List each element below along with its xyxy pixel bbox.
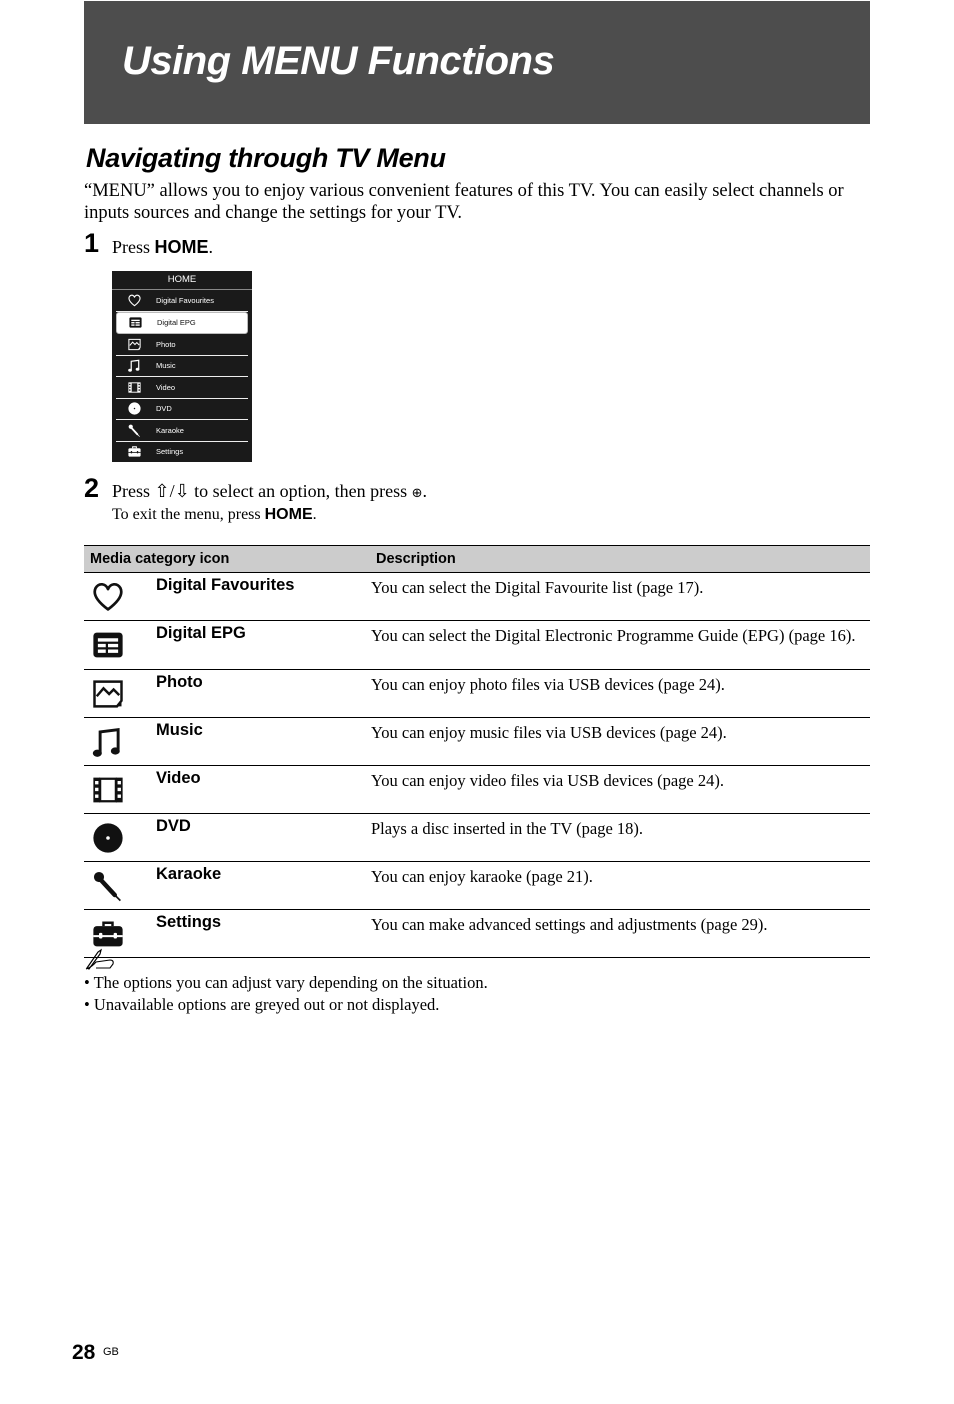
disc-icon bbox=[90, 823, 126, 860]
step-2-suffix: . bbox=[422, 481, 428, 501]
media-name: Digital Favourites bbox=[156, 572, 370, 621]
media-name: Photo bbox=[156, 669, 370, 718]
tv-menu-item-digital-epg[interactable]: Digital EPG bbox=[116, 311, 248, 334]
media-name: DVD bbox=[156, 813, 370, 862]
media-description: You can make advanced settings and adjus… bbox=[370, 909, 870, 958]
header-description: Description bbox=[370, 545, 870, 573]
table-header-row: Media category icon Description bbox=[84, 545, 870, 573]
table-row: Video You can enjoy video files via USB d… bbox=[84, 765, 870, 814]
heart-icon bbox=[116, 293, 152, 308]
tv-menu-item-music[interactable]: Music bbox=[116, 356, 248, 377]
tv-menu-item-label: Music bbox=[156, 361, 176, 371]
step-1-suffix: . bbox=[208, 237, 214, 257]
media-name: Music bbox=[156, 717, 370, 766]
tv-menu-item-label: Settings bbox=[156, 447, 184, 457]
table-row: Karaoke You can enjoy karaoke (page 21). bbox=[84, 861, 870, 910]
film-icon bbox=[116, 380, 152, 395]
tv-menu-item-label: Video bbox=[156, 382, 176, 392]
media-icon-cell bbox=[84, 717, 156, 766]
tv-menu-item-label: Karaoke bbox=[156, 425, 184, 435]
note-item: • Unavailable options are greyed out or … bbox=[84, 995, 440, 1014]
step-2-subtext: To exit the menu, press HOME. bbox=[112, 506, 317, 524]
epg-grid-icon bbox=[90, 632, 126, 667]
media-description: Plays a disc inserted in the TV (page 18… bbox=[370, 813, 870, 862]
epg-grid-icon bbox=[117, 315, 153, 330]
step-2-sub-prefix: To exit the menu, press bbox=[112, 506, 265, 523]
tv-menu-item-label: Photo bbox=[156, 339, 176, 349]
media-icon-cell bbox=[84, 572, 156, 621]
media-description: You can enjoy music files via USB device… bbox=[370, 717, 870, 766]
tv-menu-item-video[interactable]: Video bbox=[116, 377, 248, 399]
music-note-icon bbox=[116, 358, 152, 373]
media-description: You can enjoy video files via USB device… bbox=[370, 765, 870, 814]
disc-icon bbox=[116, 401, 152, 416]
table-row: DVD Plays a disc inserted in the TV (page… bbox=[84, 813, 870, 862]
note-pencil-icon bbox=[84, 948, 116, 975]
media-name: Video bbox=[156, 765, 370, 814]
media-icon-cell bbox=[84, 813, 156, 862]
media-name: Karaoke bbox=[156, 861, 370, 910]
section-title: Navigating through TV Menu bbox=[86, 143, 446, 173]
notes-list: • The options you can adjust vary depend… bbox=[84, 972, 488, 1016]
media-name: Digital EPG bbox=[156, 620, 370, 670]
table-row: Digital EPG You can select the Digital El… bbox=[84, 620, 870, 670]
media-description: You can enjoy karaoke (page 21). bbox=[370, 861, 870, 910]
toolbox-icon bbox=[116, 444, 152, 459]
step-1-number: 1 bbox=[84, 228, 100, 258]
step-2-number: 2 bbox=[84, 473, 100, 503]
heart-icon bbox=[90, 582, 126, 619]
tv-menu-item-label: Digital Favourites bbox=[156, 295, 214, 305]
photo-icon bbox=[90, 680, 126, 716]
table-row: Photo You can enjoy photo files via USB d… bbox=[84, 669, 870, 718]
microphone-icon bbox=[90, 871, 126, 908]
step-1-prefix: Press bbox=[112, 237, 155, 257]
media-description: You can enjoy photo files via USB device… bbox=[370, 669, 870, 718]
step-2-prefix: Press ⇧/⇩ to select an option, then pres… bbox=[112, 481, 412, 501]
media-icon-cell bbox=[84, 669, 156, 718]
page-region: GB bbox=[103, 1346, 119, 1358]
table-row: Music You can enjoy music files via USB d… bbox=[84, 717, 870, 766]
home-key: HOME bbox=[264, 506, 313, 523]
tv-menu-item-label: Digital EPG bbox=[157, 318, 196, 328]
film-icon bbox=[90, 777, 126, 812]
page-number: 28 bbox=[72, 1341, 96, 1364]
media-icon-cell bbox=[84, 861, 156, 910]
media-category-table: Media category icon Description Digital … bbox=[84, 545, 870, 958]
tv-menu-item-karaoke[interactable]: Karaoke bbox=[116, 420, 248, 442]
header-media-category-icon: Media category icon bbox=[84, 545, 370, 573]
note-item: • The options you can adjust vary depend… bbox=[84, 973, 488, 992]
tv-menu-item-dvd[interactable]: DVD bbox=[116, 399, 248, 420]
media-name: Settings bbox=[156, 909, 370, 958]
tv-menu-header: HOME bbox=[112, 271, 252, 290]
microphone-icon bbox=[116, 423, 152, 438]
music-note-icon bbox=[90, 727, 126, 764]
table-row: Digital Favourites You can select the Dig… bbox=[84, 572, 870, 621]
title-banner: Using MENU Functions bbox=[84, 1, 870, 124]
tv-menu-item-photo[interactable]: Photo bbox=[116, 334, 248, 356]
tv-home-menu: HOME Digital Favourites Digital EPG Photo M… bbox=[112, 271, 252, 462]
home-key: HOME bbox=[154, 237, 209, 257]
enter-button-symbol: ⊕ bbox=[411, 486, 423, 501]
tv-menu-item-settings[interactable]: Settings bbox=[116, 442, 248, 463]
step-2-sub-suffix: . bbox=[312, 506, 317, 523]
table-row: Settings You can make advanced settings a… bbox=[84, 909, 870, 958]
media-icon-cell bbox=[84, 620, 156, 670]
intro-paragraph: “MENU” allows you to enjoy various conve… bbox=[84, 181, 844, 223]
media-icon-cell bbox=[84, 765, 156, 814]
step-1-text: Press HOME. bbox=[112, 237, 213, 258]
tv-menu-item-digital-favourites[interactable]: Digital Favourites bbox=[116, 290, 248, 312]
tv-menu-item-label: DVD bbox=[156, 404, 172, 414]
page-title: Using MENU Functions bbox=[122, 39, 555, 83]
step-2-text: Press ⇧/⇩ to select an option, then pres… bbox=[112, 481, 427, 502]
photo-icon bbox=[116, 337, 152, 352]
media-description: You can select the Digital Electronic Pr… bbox=[370, 620, 870, 670]
media-description: You can select the Digital Favourite lis… bbox=[370, 572, 870, 621]
